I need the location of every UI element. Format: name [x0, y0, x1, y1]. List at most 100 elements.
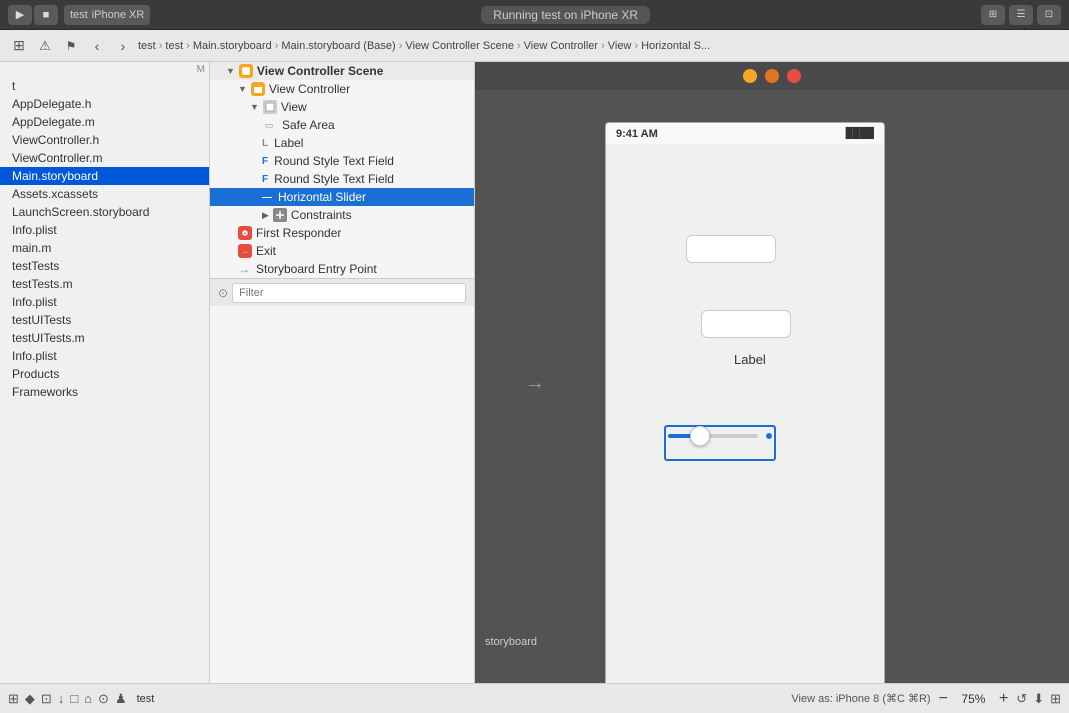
bottom-icon-grid[interactable]: ⊞: [8, 691, 19, 707]
bottom-right-icon-3[interactable]: ⊞: [1050, 691, 1061, 707]
sidebar-item-info-plist-3[interactable]: Info.plist: [0, 347, 209, 365]
tree-item-entry-point[interactable]: → Storyboard Entry Point: [210, 260, 474, 278]
bottom-icon-home[interactable]: ⌂: [84, 691, 92, 706]
sidebar-item-m[interactable]: M: [0, 62, 209, 77]
breadcrumb-4[interactable]: Main.storyboard (Base): [281, 40, 395, 52]
running-title: Running test on iPhone XR: [481, 6, 650, 24]
textfield2-icon: F: [262, 174, 268, 185]
chevron-right-button[interactable]: ›: [112, 35, 134, 57]
safe-area-label: Safe Area: [282, 118, 335, 132]
bottom-bar: ⊞ ◆ ⊡ ↓ □ ⌂ ⊙ ♟ test View as: iPhone 8 (…: [0, 683, 1069, 713]
zoom-plus-button[interactable]: +: [999, 690, 1008, 708]
first-responder-label: First Responder: [256, 226, 341, 240]
breadcrumb-6[interactable]: View Controller: [524, 40, 598, 52]
stop-button[interactable]: ■: [34, 5, 58, 25]
tree-item-constraints[interactable]: ▶ Constraints: [210, 206, 474, 224]
storyboard-label: storyboard: [485, 636, 537, 648]
vc-scene-icon: [239, 64, 253, 78]
bottom-toolbar-right: ↺ ⬇ ⊞: [1016, 691, 1061, 707]
sidebar-item-viewcontroller-m[interactable]: ViewController.m: [0, 149, 209, 167]
sidebar-item-testTests-m[interactable]: testTests.m: [0, 275, 209, 293]
breadcrumb-7[interactable]: View: [608, 40, 632, 52]
toolbar-icon-2[interactable]: ☰: [1009, 5, 1033, 25]
top-toolbar: ▶ ■ test iPhone XR Running test on iPhon…: [0, 0, 1069, 30]
slider-thumb[interactable]: [690, 426, 710, 446]
toolbar-icon-3[interactable]: ⊡: [1037, 5, 1061, 25]
tree-item-exit[interactable]: → Exit: [210, 242, 474, 260]
bottom-icon-rect[interactable]: □: [70, 691, 78, 706]
bottom-right-icon-2[interactable]: ⬇: [1033, 691, 1044, 707]
flag-button[interactable]: ⚑: [60, 35, 82, 57]
sidebar-item-testTests[interactable]: testTests: [0, 257, 209, 275]
red-circle[interactable]: [787, 69, 801, 83]
orange-circle[interactable]: [765, 69, 779, 83]
breadcrumb-1[interactable]: test: [138, 40, 156, 52]
sidebar-item-info-plist-2[interactable]: Info.plist: [0, 293, 209, 311]
bottom-icon-down[interactable]: ↓: [58, 691, 65, 706]
tree-item-textfield-2[interactable]: F Round Style Text Field: [210, 170, 474, 188]
sidebar-item-info-plist-1[interactable]: Info.plist: [0, 221, 209, 239]
run-controls: ▶ ■: [8, 5, 58, 25]
sidebar-item-main-storyboard[interactable]: Main.storyboard: [0, 167, 209, 185]
left-sidebar: M t AppDelegate.h AppDelegate.m ViewCont…: [0, 62, 210, 683]
main-layout: M t AppDelegate.h AppDelegate.m ViewCont…: [0, 62, 1069, 683]
sidebar-item-testUITests[interactable]: testUITests: [0, 311, 209, 329]
svg-text:+: +: [244, 231, 247, 237]
tree-item-view[interactable]: ▼ View: [210, 98, 474, 116]
sidebar-item-launchscreen[interactable]: LaunchScreen.storyboard: [0, 203, 209, 221]
sidebar-item-t[interactable]: t: [0, 77, 209, 95]
sidebar-item-appdelegate-h[interactable]: AppDelegate.h: [0, 95, 209, 113]
slider-icon: —: [262, 192, 272, 203]
tree-item-vc[interactable]: ▼ View Controller: [210, 80, 474, 98]
sidebar-item-main-m[interactable]: main.m: [0, 239, 209, 257]
zoom-percentage: 75%: [956, 692, 991, 706]
breadcrumb-5[interactable]: View Controller Scene: [405, 40, 514, 52]
phone-slider[interactable]: [668, 433, 772, 439]
sidebar-item-appdelegate-m[interactable]: AppDelegate.m: [0, 113, 209, 131]
tree-item-vc-scene[interactable]: ▼ View Controller Scene: [210, 62, 474, 80]
yellow-circle[interactable]: [743, 69, 757, 83]
vc-icon: [251, 82, 265, 96]
constraints-icon: [273, 208, 287, 222]
zoom-minus-button[interactable]: −: [939, 690, 948, 708]
phone-battery: ████: [846, 128, 874, 139]
breadcrumb-2[interactable]: test: [165, 40, 183, 52]
bottom-icon-target[interactable]: ⊙: [98, 691, 109, 707]
tree-item-label[interactable]: L Label: [210, 134, 474, 152]
view-icon: [263, 100, 277, 114]
phone-textfield-1[interactable]: [686, 235, 776, 263]
sidebar-item-viewcontroller-h[interactable]: ViewController.h: [0, 131, 209, 149]
nav-back-button[interactable]: ⊞: [8, 35, 30, 57]
phone-time: 9:41 AM: [616, 128, 658, 140]
breadcrumb-3[interactable]: Main.storyboard: [193, 40, 272, 52]
warning-button[interactable]: ⚠: [34, 35, 56, 57]
canvas-area[interactable]: → storyboard ↖ 9:41 AM ████ Label: [475, 62, 1069, 683]
vc-label: View Controller: [269, 82, 350, 96]
phone-content: Label: [606, 145, 884, 683]
constraints-label: Constraints: [291, 208, 352, 222]
sidebar-item-products[interactable]: Products: [0, 365, 209, 383]
filter-input[interactable]: [232, 283, 466, 303]
view-label: View: [281, 100, 307, 114]
bottom-icon-person[interactable]: ♟: [115, 691, 127, 707]
textfield2-label: Round Style Text Field: [274, 172, 394, 186]
bottom-icon-diamond[interactable]: ◆: [25, 691, 35, 707]
breadcrumb-8[interactable]: Horizontal S...: [641, 40, 710, 52]
tree-item-first-responder[interactable]: + First Responder: [210, 224, 474, 242]
canvas-top-bar: [475, 62, 1069, 90]
scheme-button[interactable]: test iPhone XR: [64, 5, 150, 25]
run-button[interactable]: ▶: [8, 5, 32, 25]
chevron-left-button[interactable]: ‹: [86, 35, 108, 57]
sidebar-item-frameworks[interactable]: Frameworks: [0, 383, 209, 401]
toolbar-icon-1[interactable]: ⊞: [981, 5, 1005, 25]
sidebar-item-assets[interactable]: Assets.xcassets: [0, 185, 209, 203]
bottom-right-icon-1[interactable]: ↺: [1016, 691, 1027, 707]
tree-item-safe-area[interactable]: ▭ Safe Area: [210, 116, 474, 134]
tree-item-textfield-1[interactable]: F Round Style Text Field: [210, 152, 474, 170]
bottom-icon-square[interactable]: ⊡: [41, 691, 52, 707]
phone-textfield-2[interactable]: [701, 310, 791, 338]
scheme-label: test: [70, 9, 88, 21]
sidebar-item-testUITests-m[interactable]: testUITests.m: [0, 329, 209, 347]
textfield1-label: Round Style Text Field: [274, 154, 394, 168]
tree-item-slider[interactable]: — Horizontal Slider: [210, 188, 474, 206]
